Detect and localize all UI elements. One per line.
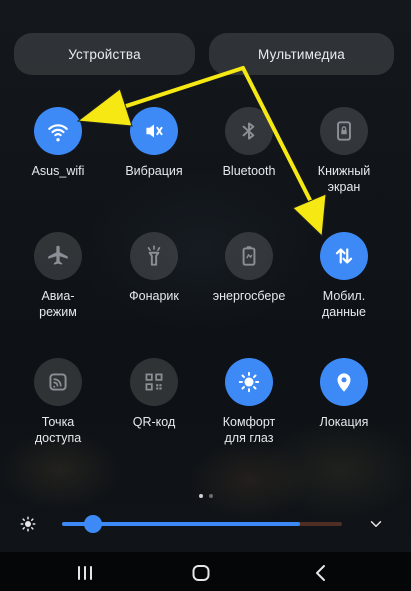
qr-code-icon[interactable]: [130, 358, 178, 406]
devices-button[interactable]: Устройства: [14, 33, 195, 75]
tile-battery-saver-label: энергосбере: [212, 289, 286, 303]
tile-airplane-label: Авиа- режим: [39, 289, 77, 319]
tile-mobile-data[interactable]: Мобил. данные: [294, 232, 394, 320]
tile-portrait-lock-label: Книжный экран: [317, 164, 371, 194]
tile-bluetooth-label: Bluetooth: [222, 164, 276, 178]
eye-comfort-icon[interactable]: [225, 358, 273, 406]
mobile-data-icon[interactable]: [320, 232, 368, 280]
vibration-icon[interactable]: [130, 107, 178, 155]
tile-battery-saver[interactable]: энергосбере: [199, 232, 299, 304]
brightness-icon: [20, 516, 36, 532]
flashlight-icon[interactable]: [130, 232, 178, 280]
page-indicator: [0, 485, 411, 503]
tile-portrait-lock[interactable]: Книжный экран: [294, 107, 394, 195]
tile-qr-code-label: QR-код: [132, 415, 176, 429]
tile-eye-comfort[interactable]: Комфорт для глаз: [199, 358, 299, 446]
media-button-label: Мультимедиа: [257, 46, 346, 62]
tile-wifi-label: Asus_wifi: [31, 164, 85, 178]
page-dot-2: [208, 494, 213, 498]
tile-vibration-label: Вибрация: [125, 164, 183, 178]
tile-wifi[interactable]: Asus_wifi: [8, 107, 108, 179]
location-icon[interactable]: [320, 358, 368, 406]
tile-qr-code[interactable]: QR-код: [104, 358, 204, 430]
navigation-bar: [0, 552, 411, 591]
chevron-down-icon[interactable]: [367, 515, 385, 533]
tile-eye-comfort-label: Комфорт для глаз: [222, 415, 276, 445]
portrait-lock-icon[interactable]: [320, 107, 368, 155]
tile-flashlight-label: Фонарик: [129, 289, 179, 303]
page-dot-1: [198, 494, 203, 498]
wifi-icon[interactable]: [34, 107, 82, 155]
tile-vibration[interactable]: Вибрация: [104, 107, 204, 179]
recent-apps-icon[interactable]: [74, 564, 96, 582]
devices-button-label: Устройства: [68, 46, 141, 62]
home-icon[interactable]: [190, 564, 212, 582]
back-icon[interactable]: [310, 564, 332, 582]
tile-flashlight[interactable]: Фонарик: [104, 232, 204, 304]
battery-saver-icon[interactable]: [225, 232, 273, 280]
tile-hotspot-label: Точка доступа: [34, 415, 82, 445]
tile-location-label: Локация: [319, 415, 369, 429]
brightness-slider[interactable]: [62, 515, 342, 533]
tile-airplane[interactable]: Авиа- режим: [8, 232, 108, 320]
tile-location[interactable]: Локация: [294, 358, 394, 430]
tile-bluetooth[interactable]: Bluetooth: [199, 107, 299, 179]
brightness-slider-thumb[interactable]: [83, 515, 102, 533]
tile-mobile-data-label: Мобил. данные: [322, 289, 366, 319]
airplane-icon[interactable]: [34, 232, 82, 280]
tile-hotspot[interactable]: Точка доступа: [8, 358, 108, 446]
media-button[interactable]: Мультимедиа: [209, 33, 394, 75]
hotspot-icon[interactable]: [34, 358, 82, 406]
bluetooth-icon[interactable]: [225, 107, 273, 155]
